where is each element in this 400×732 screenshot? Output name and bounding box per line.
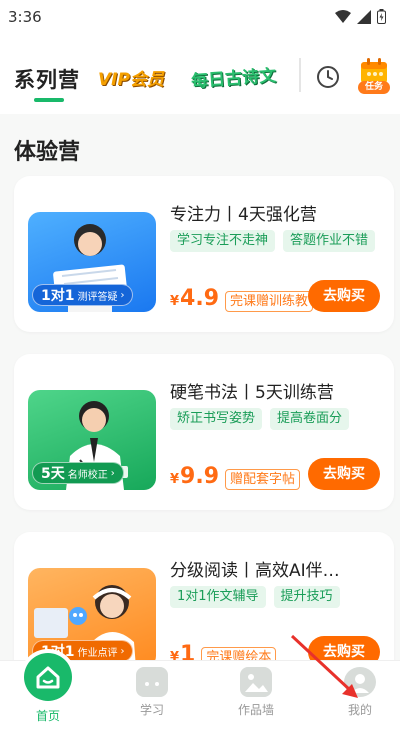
section-title: 体验营 (14, 140, 81, 165)
top-nav: 系列营 VIP会员 每日古诗文 任务 (0, 34, 400, 114)
status-bar: 3:36 (0, 0, 400, 34)
badge-main: 1对1 (41, 288, 75, 304)
currency-symbol: ¥ (170, 472, 180, 487)
thumbnail-badge: 5天 名师校正 › (32, 462, 124, 484)
buy-button[interactable]: 去购买 (308, 280, 380, 312)
profile-icon (344, 667, 376, 697)
course-title: 分级阅读丨高效AI伴… (170, 561, 340, 581)
bottom-tab-bar: 首页 学习 作品墙 我的 (0, 653, 400, 732)
price-row: ¥4.9 完课赠训练教 (170, 286, 314, 312)
signal-icon (357, 9, 371, 24)
price-row: ¥9.9 赠配套字帖 (170, 464, 301, 490)
tab-daily-poem[interactable]: 每日古诗文 (190, 61, 277, 92)
tab-home[interactable]: 首页 (18, 653, 78, 724)
battery-icon (377, 9, 386, 24)
history-button[interactable] (316, 65, 340, 89)
course-tag: 答题作业不错 (283, 230, 376, 252)
course-tags: 1对1作文辅导 提升技巧 (170, 586, 340, 608)
price-value: 9.9 (180, 464, 220, 489)
thumbnail-badge: 1对1 测评答疑 › (32, 284, 134, 306)
course-thumbnail: 1对1 测评答疑 › (28, 212, 156, 312)
course-tag: 学习专注不走神 (170, 230, 276, 252)
course-price: ¥9.9 (170, 464, 219, 489)
tab-gallery[interactable]: 作品墙 (226, 667, 286, 718)
badge-sub: 名师校正 (67, 469, 108, 481)
course-tag: 提高卷面分 (270, 408, 350, 430)
tv-glyph (145, 670, 159, 686)
home-icon (24, 653, 72, 701)
gallery-glyph (245, 674, 268, 692)
course-tags: 矫正书写姿势 提高卷面分 (170, 408, 350, 430)
tv-icon (136, 667, 168, 697)
course-card[interactable]: 1对1 测评答疑 › 专注力丨4天强化营 学习专注不走神 答题作业不错 ¥4.9… (14, 176, 394, 332)
course-thumbnail: 5天 名师校正 › (28, 390, 156, 490)
currency-symbol: ¥ (170, 294, 180, 309)
course-title: 专注力丨4天强化营 (170, 205, 317, 225)
price-value: 4.9 (180, 286, 220, 311)
status-icons (335, 9, 386, 24)
price-note: 完课赠训练教 (225, 291, 314, 312)
tab-label: 作品墙 (237, 703, 274, 717)
chevron-right-icon: › (120, 289, 125, 301)
chevron-right-icon: › (120, 645, 125, 657)
course-card[interactable]: 5天 名师校正 › 硬笔书法丨5天训练营 矫正书写姿势 提高卷面分 ¥9.9 赠… (14, 354, 394, 510)
course-tag: 1对1作文辅导 (170, 586, 266, 608)
nav-divider (299, 58, 301, 92)
tab-vip-membership[interactable]: VIP会员 (98, 65, 164, 90)
clock-icon (317, 66, 339, 88)
badge-sub: 测评答疑 (77, 291, 118, 303)
tab-profile[interactable]: 我的 (330, 667, 390, 718)
price-note: 赠配套字帖 (225, 469, 301, 490)
gallery-icon (240, 667, 272, 697)
task-badge: 任务 (358, 81, 390, 94)
profile-glyph (351, 674, 369, 693)
badge-sub: 作业点评 (77, 647, 118, 659)
badge-main: 5天 (41, 466, 65, 482)
tab-label: 我的 (347, 703, 372, 717)
buy-button[interactable]: 去购买 (308, 458, 380, 490)
course-price: ¥4.9 (170, 286, 219, 311)
tab-label: 首页 (35, 709, 60, 723)
course-tags: 学习专注不走神 答题作业不错 (170, 230, 376, 252)
tab-active-indicator (34, 98, 64, 102)
chevron-right-icon: › (110, 467, 115, 479)
course-title: 硬笔书法丨5天训练营 (170, 383, 334, 403)
course-tag: 矫正书写姿势 (170, 408, 263, 430)
course-tag: 提升技巧 (273, 586, 340, 608)
home-icon-wrap (18, 653, 78, 703)
tab-label: 学习 (139, 703, 164, 717)
wifi-icon (335, 9, 351, 23)
status-time: 3:36 (8, 8, 42, 26)
tab-study[interactable]: 学习 (122, 667, 182, 718)
task-button[interactable]: 任务 (358, 58, 390, 94)
tab-series-camp[interactable]: 系列营 (14, 64, 80, 94)
house-glyph (36, 666, 60, 689)
